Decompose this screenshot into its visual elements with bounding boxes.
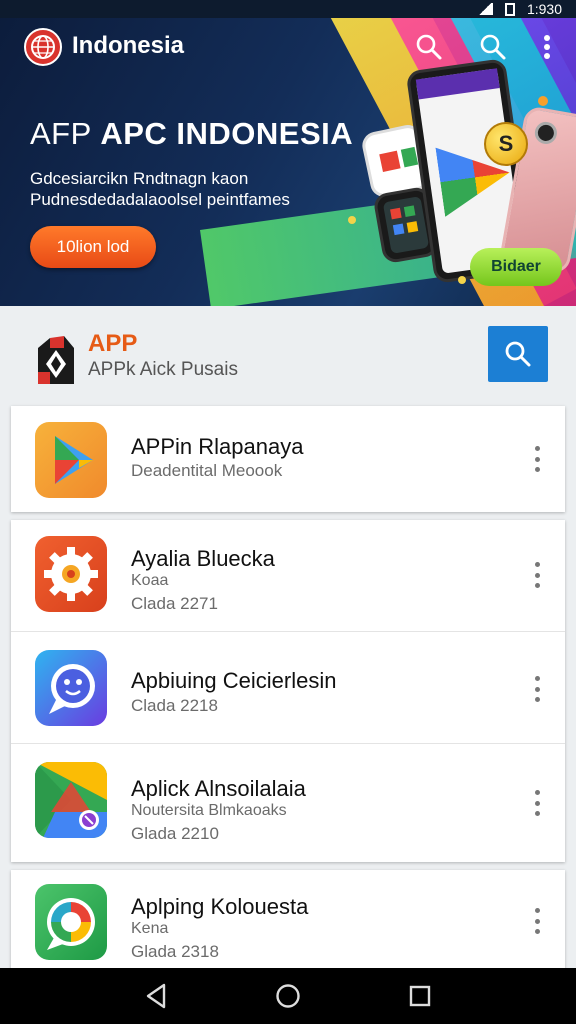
globe-icon[interactable] (24, 28, 62, 66)
status-bar: 1:930 (0, 0, 576, 18)
app-version: Clada 2218 (131, 696, 218, 715)
header-title: APP (88, 330, 138, 357)
camera-icon (35, 884, 107, 960)
app-card: Aplping Kolouesta Kena Glada 2318 (11, 870, 565, 980)
recents-icon[interactable] (405, 981, 435, 1011)
chat-icon (35, 650, 107, 726)
hero-title-light: AFP (30, 116, 92, 151)
app-detail: Kena (131, 920, 169, 937)
app-detail: Noutersita Blmkaoaks (131, 802, 287, 819)
app-detail: Koaa (131, 572, 169, 589)
list-item[interactable]: Ayalia Bluecka Koaa Clada 2271 (11, 520, 565, 632)
more-vert-icon[interactable] (529, 562, 545, 588)
app-name: Aplping Kolouesta (131, 894, 309, 919)
header-subtitle: APPk Aick Pusais (88, 359, 238, 380)
back-icon[interactable] (141, 981, 171, 1011)
more-vert-icon[interactable] (529, 908, 545, 934)
hero-subtitle: Gdcesiarcikn Rndtnagn kaon Pudnesdedadal… (30, 169, 290, 209)
more-vert-icon[interactable] (529, 790, 545, 816)
hero-cta-button[interactable]: 10lion lod (30, 226, 156, 268)
app-version: Clada 2271 (131, 594, 218, 613)
status-time: 1:930 (526, 1, 562, 17)
app-version: Glada 2318 (131, 942, 219, 961)
hero-title: AFP APC INDONESIA (30, 116, 353, 152)
search-icon (505, 341, 531, 367)
hero-banner[interactable]: Indonesia AFP APC INDONESIA Gdcesiarcikn… (0, 0, 576, 306)
brand-name: Indonesia (72, 32, 185, 59)
drive-icon (35, 762, 107, 838)
app-name: Aplick Alnsoilalaia (131, 776, 306, 801)
gear-icon (35, 536, 107, 612)
system-nav-bar (0, 968, 576, 1024)
hero-title-bold: APC INDONESIA (100, 116, 354, 151)
hero-badge-button[interactable]: Bidaer (470, 248, 562, 286)
list-item[interactable]: Aplick Alnsoilalaia Noutersita Blmkaoaks… (11, 744, 565, 862)
coin-icon: S (484, 122, 528, 166)
list-item[interactable]: Aplping Kolouesta Kena Glada 2318 (11, 870, 565, 980)
app-card: APPin Rlapanaya Deadentital Meoook (11, 406, 565, 512)
app-card: Ayalia Bluecka Koaa Clada 2271 Apbiuing … (11, 520, 565, 862)
app-name: APPin Rlapanaya (131, 434, 304, 459)
app-name: Ayalia Bluecka (131, 546, 275, 571)
search-header: APP APPk Aick Pusais (0, 306, 576, 404)
play-store-icon (35, 422, 107, 498)
app-logo-icon (36, 334, 76, 388)
app-name: Apbiuing Ceicierlesin (131, 668, 337, 693)
search-icon[interactable] (412, 30, 446, 64)
app-version: Glada 2210 (131, 824, 219, 843)
more-vert-icon[interactable] (529, 676, 545, 702)
home-icon[interactable] (273, 981, 303, 1011)
signal-icon (476, 3, 493, 15)
battery-icon (504, 2, 515, 16)
app-detail: Deadentital Meoook (131, 461, 283, 480)
more-vert-icon[interactable] (530, 30, 564, 64)
more-vert-icon[interactable] (529, 446, 545, 472)
search-button[interactable] (488, 326, 548, 382)
list-item[interactable]: Apbiuing Ceicierlesin Clada 2218 (11, 632, 565, 744)
list-item[interactable]: APPin Rlapanaya Deadentital Meoook (11, 406, 565, 512)
